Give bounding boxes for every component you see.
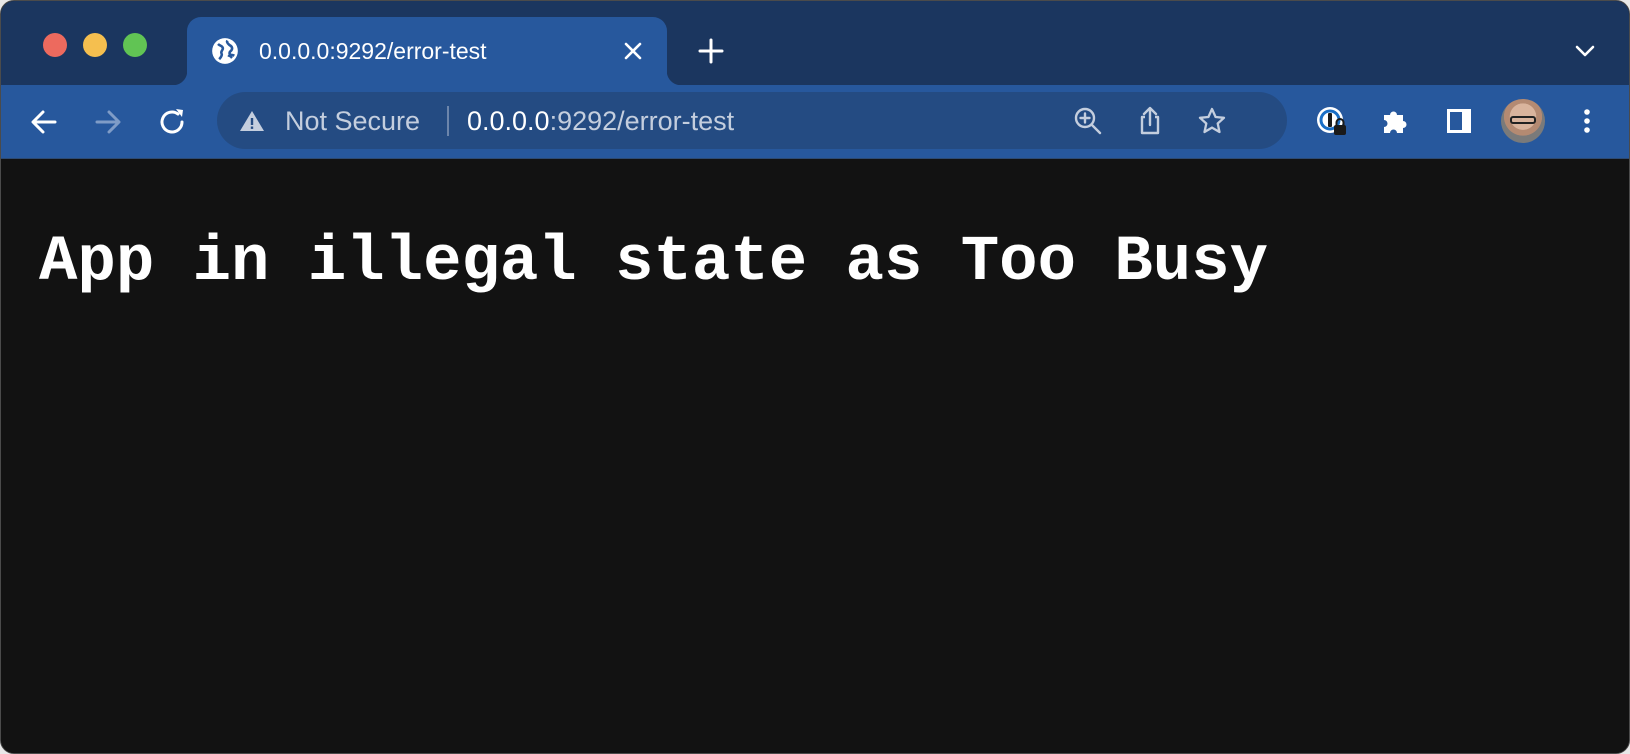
page-content: App in illegal state as Too Busy [1,159,1629,753]
plus-icon[interactable] [697,37,725,65]
tab-title: 0.0.0.0:9292/error-test [259,38,487,64]
warning-icon [240,111,264,131]
reload-icon[interactable] [156,105,190,139]
zoom-icon[interactable] [1073,106,1103,136]
back-arrow-icon[interactable] [27,105,61,139]
url-text[interactable]: 0.0.0.0:9292/error-test [467,104,734,138]
side-panel-icon[interactable] [1443,105,1475,137]
active-tab[interactable]: 0.0.0.0:9292/error-test [173,17,681,85]
chevron-down-icon[interactable] [1573,41,1597,61]
globe-icon [212,38,238,64]
url-path: :9292/error-test [549,106,735,136]
password-manager-icon[interactable] [1315,105,1347,137]
share-icon[interactable] [1135,106,1165,136]
window-zoom-button[interactable] [123,33,147,57]
close-icon[interactable] [621,39,645,63]
address-bar[interactable]: Not Secure 0.0.0.0:9292/error-test [217,92,1287,149]
tab-strip: 0.0.0.0:9292/error-test [1,1,1629,85]
avatar[interactable] [1501,99,1545,143]
star-icon[interactable] [1197,106,1227,136]
browser-toolbar: Not Secure 0.0.0.0:9292/error-test [1,85,1629,159]
security-label[interactable]: Not Secure [285,104,420,138]
window-close-button[interactable] [43,33,67,57]
puzzle-icon[interactable] [1379,105,1411,137]
window-minimize-button[interactable] [83,33,107,57]
glasses-icon [1510,116,1536,124]
forward-arrow-icon[interactable] [91,105,125,139]
more-vert-icon[interactable] [1571,105,1603,137]
error-message: App in illegal state as Too Busy [39,227,1268,299]
omnibox-divider [447,106,449,136]
url-host: 0.0.0.0 [467,106,550,136]
browser-window: 0.0.0.0:9292/error-test Not Secure 0.0.0… [0,0,1630,754]
